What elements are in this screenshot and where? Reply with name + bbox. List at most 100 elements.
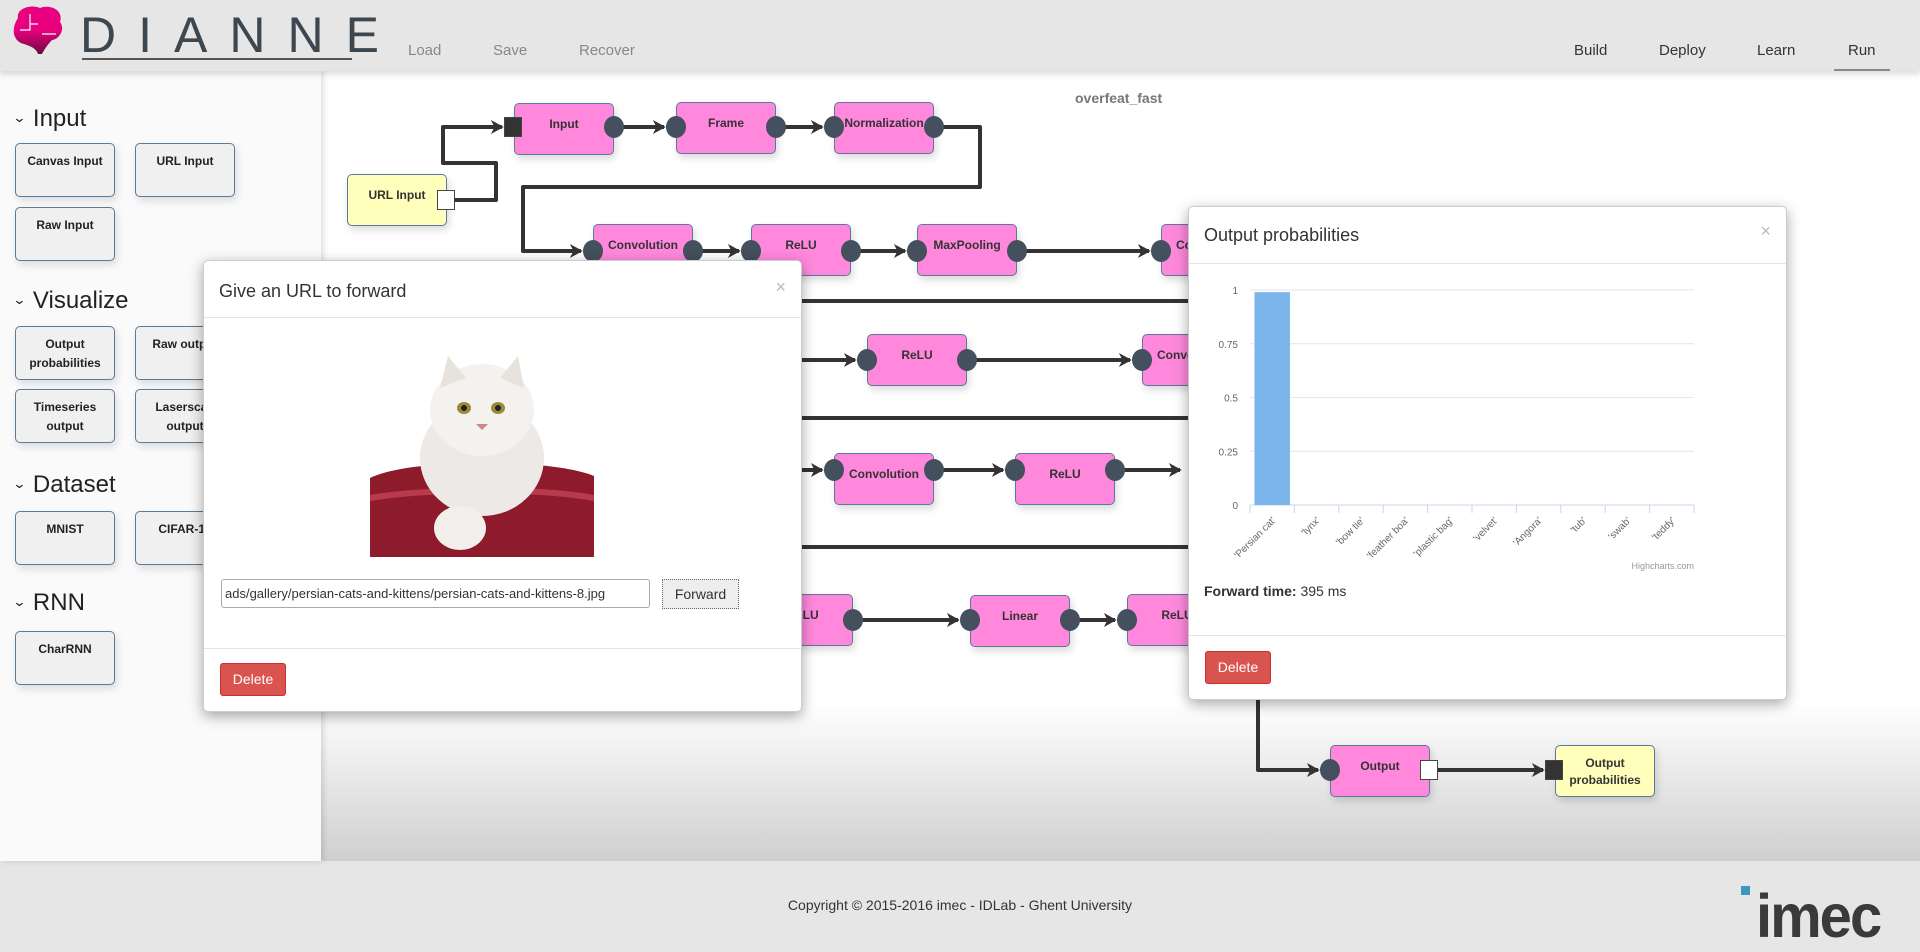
module-url-input[interactable]: URL Input bbox=[135, 143, 235, 197]
nav-save[interactable]: Save bbox=[493, 42, 527, 59]
divider bbox=[204, 648, 801, 649]
y-tick-label: 0.75 bbox=[1219, 340, 1239, 351]
node-convolution[interactable]: Convolution bbox=[834, 453, 934, 505]
y-tick-label: 0.5 bbox=[1224, 394, 1238, 405]
x-tick-label: 'feather boa' bbox=[1365, 515, 1411, 561]
node-relu[interactable]: ReLU bbox=[1015, 453, 1115, 505]
divider bbox=[1189, 635, 1786, 636]
probability-chart: 0 0.25 0.5 0.75 1 'Persian cat' 'lynx' 'bow tie… bbox=[1219, 286, 1695, 571]
port[interactable] bbox=[583, 240, 603, 262]
cat-image bbox=[370, 348, 594, 557]
module-raw-input[interactable]: Raw Input bbox=[15, 207, 115, 261]
close-icon[interactable]: × bbox=[775, 277, 786, 298]
highcharts-credit: Highcharts.com bbox=[1631, 561, 1694, 571]
divider bbox=[204, 317, 801, 318]
node-frame[interactable]: Frame bbox=[676, 102, 776, 154]
section-input[interactable]: ⌄ Input bbox=[12, 105, 86, 133]
brain-logo-icon bbox=[13, 6, 63, 54]
module-timeseries-output[interactable]: Timeseries output bbox=[15, 389, 115, 443]
port[interactable] bbox=[841, 240, 861, 262]
x-tick-label: 'bow tie' bbox=[1334, 515, 1367, 548]
nav-load[interactable]: Load bbox=[408, 42, 441, 59]
bar bbox=[1254, 292, 1290, 505]
port[interactable] bbox=[683, 240, 703, 262]
divider bbox=[1189, 263, 1786, 264]
port[interactable] bbox=[766, 116, 786, 138]
header: DIANNE Load Save Recover Build Deploy Le… bbox=[0, 0, 1920, 71]
section-dataset[interactable]: ⌄ Dataset bbox=[12, 471, 115, 499]
url-input[interactable]: ads/gallery/persian-cats-and-kittens/per… bbox=[221, 579, 650, 608]
output-probabilities-dialog: Output probabilities × 0 0.25 0.5 0.75 1 'Per… bbox=[1188, 206, 1787, 700]
dialog-title: Output probabilities bbox=[1204, 225, 1360, 245]
chevron-down-icon: ⌄ bbox=[12, 476, 27, 491]
y-tick-label: 1 bbox=[1232, 286, 1238, 297]
y-tick-label: 0.25 bbox=[1219, 447, 1239, 458]
logo-text: DIANNE bbox=[80, 7, 401, 63]
port[interactable] bbox=[924, 459, 944, 481]
port[interactable] bbox=[1117, 609, 1137, 631]
x-tick-label: 'plastic bag' bbox=[1412, 515, 1456, 559]
input-port[interactable] bbox=[1320, 759, 1340, 781]
chevron-down-icon: ⌄ bbox=[12, 594, 27, 609]
x-tick-label: 'Persian cat' bbox=[1232, 515, 1278, 561]
port[interactable] bbox=[824, 459, 844, 481]
section-visualize[interactable]: ⌄ Visualize bbox=[12, 287, 128, 315]
logo-underline bbox=[82, 58, 352, 60]
delete-button[interactable]: Delete bbox=[1205, 651, 1271, 684]
x-tick-label: 'Angora' bbox=[1511, 515, 1544, 548]
x-tick-label: 'tub' bbox=[1569, 515, 1589, 535]
y-tick-label: 0 bbox=[1232, 501, 1238, 512]
port[interactable] bbox=[604, 116, 624, 138]
port[interactable] bbox=[957, 349, 977, 371]
port[interactable] bbox=[1060, 609, 1080, 631]
forward-button[interactable]: Forward bbox=[662, 579, 739, 609]
port[interactable] bbox=[1007, 240, 1027, 262]
node-url-input[interactable]: URL Input bbox=[347, 174, 447, 226]
module-canvas-input[interactable]: Canvas Input bbox=[15, 143, 115, 197]
port[interactable] bbox=[824, 116, 844, 138]
node-relu[interactable]: ReLU bbox=[867, 334, 967, 386]
port[interactable] bbox=[924, 116, 944, 138]
output-port[interactable] bbox=[1420, 760, 1438, 780]
section-rnn[interactable]: ⌄ RNN bbox=[12, 589, 85, 617]
delete-button[interactable]: Delete bbox=[220, 663, 286, 696]
input-port[interactable] bbox=[504, 117, 522, 137]
module-mnist[interactable]: MNIST bbox=[15, 511, 115, 565]
port[interactable] bbox=[1132, 349, 1152, 371]
close-icon[interactable]: × bbox=[1760, 221, 1771, 242]
output-port[interactable] bbox=[437, 190, 455, 210]
x-tick-label: 'teddy' bbox=[1650, 515, 1678, 543]
node-linear[interactable]: Linear bbox=[970, 595, 1070, 647]
x-tick-label: 'velvet' bbox=[1471, 515, 1500, 544]
port[interactable] bbox=[907, 240, 927, 262]
node-output-probabilities[interactable]: Output probabilities bbox=[1555, 745, 1655, 797]
node-maxpooling[interactable]: MaxPooling bbox=[917, 224, 1017, 276]
node-output[interactable]: Output bbox=[1330, 745, 1430, 797]
port[interactable] bbox=[1005, 459, 1025, 481]
nav-recover[interactable]: Recover bbox=[579, 42, 635, 59]
forward-time: Forward time: 395 ms bbox=[1204, 583, 1347, 599]
x-tick-label: 'lynx' bbox=[1300, 515, 1323, 538]
port[interactable] bbox=[1151, 240, 1171, 262]
x-tick-label: 'swab' bbox=[1607, 515, 1634, 542]
port[interactable] bbox=[843, 609, 863, 631]
input-port[interactable] bbox=[1545, 760, 1563, 780]
node-normalization[interactable]: Normalization bbox=[834, 102, 934, 154]
node-input[interactable]: Input bbox=[514, 103, 614, 155]
chevron-down-icon: ⌄ bbox=[12, 292, 27, 307]
nav-build[interactable]: Build bbox=[1574, 42, 1607, 59]
module-charrnn[interactable]: CharRNN bbox=[15, 631, 115, 685]
module-output-probabilities[interactable]: Output probabilities bbox=[15, 326, 115, 380]
port[interactable] bbox=[1105, 459, 1125, 481]
chevron-down-icon: ⌄ bbox=[12, 110, 27, 125]
nav-run[interactable]: Run bbox=[1848, 42, 1876, 59]
nav-learn[interactable]: Learn bbox=[1757, 42, 1795, 59]
port[interactable] bbox=[666, 116, 686, 138]
nav-deploy[interactable]: Deploy bbox=[1659, 42, 1706, 59]
url-forward-dialog: Give an URL to forward × ads/gallery/per… bbox=[203, 260, 802, 712]
port[interactable] bbox=[960, 609, 980, 631]
active-tab-indicator bbox=[1834, 69, 1890, 71]
port[interactable] bbox=[741, 240, 761, 262]
port[interactable] bbox=[857, 349, 877, 371]
dialog-title: Give an URL to forward bbox=[219, 281, 407, 301]
